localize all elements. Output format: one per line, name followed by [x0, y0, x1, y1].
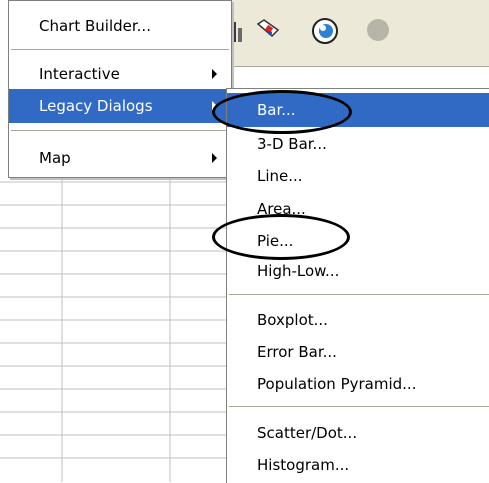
toolbar [230, 0, 489, 67]
menu-item-label: Histogram... [257, 456, 350, 474]
menu-item-boxplot[interactable]: Boxplot... [227, 303, 489, 337]
menu-item-scatter-dot[interactable]: Scatter/Dot... [227, 416, 489, 450]
paint-icon[interactable] [254, 16, 284, 46]
menu-item-label: Legacy Dialogs [39, 97, 153, 115]
chart-icon[interactable] [230, 18, 244, 46]
menu-separator [229, 294, 489, 296]
menu-item-interactive[interactable]: Interactive [9, 57, 231, 91]
menu-item-label: Boxplot... [257, 311, 328, 329]
menu-item-map[interactable]: Map [9, 141, 231, 175]
bar-highlight-oval [212, 90, 352, 134]
menu-item-legacy-dialogs[interactable]: Legacy Dialogs [9, 89, 231, 123]
menu-item-error-bar[interactable]: Error Bar... [227, 335, 489, 369]
pie-highlight-oval [212, 214, 350, 260]
disabled-circle-icon [367, 19, 389, 41]
menu-item-population-pyramid[interactable]: Population Pyramid... [227, 367, 489, 401]
menu-item-label: Interactive [39, 65, 120, 83]
menu-item-label: Chart Builder... [39, 17, 151, 35]
menu-item-chart-builder[interactable]: Chart Builder... [9, 9, 231, 43]
menu-item-label: Line... [257, 167, 303, 185]
legacy-dialogs-submenu: Bar... 3-D Bar... Line... Area... Pie...… [226, 88, 489, 483]
menu-separator [11, 130, 229, 132]
menu-separator [229, 406, 489, 408]
menu-item-label: Population Pyramid... [257, 375, 417, 393]
menu-separator [11, 49, 229, 51]
submenu-arrow-icon [212, 153, 217, 163]
menu-item-label: Error Bar... [257, 343, 337, 361]
menu-item-histogram[interactable]: Histogram... [227, 448, 489, 482]
menu-item-label: Map [39, 149, 71, 167]
menu-item-line[interactable]: Line... [227, 159, 489, 193]
menu-item-label: Scatter/Dot... [257, 424, 358, 442]
submenu-arrow-icon [212, 69, 217, 79]
graphs-menu: Chart Builder... Interactive Legacy Dial… [8, 0, 232, 178]
circle-icon[interactable] [308, 14, 342, 48]
